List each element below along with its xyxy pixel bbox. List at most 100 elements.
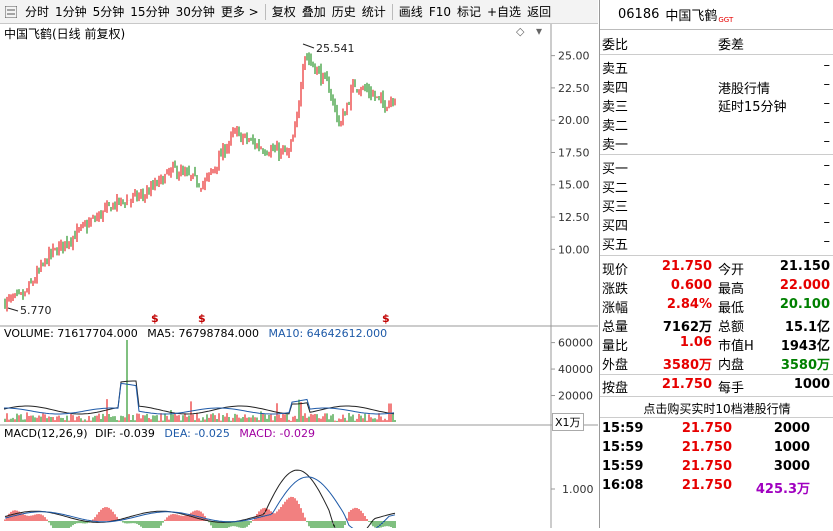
chart-title: 中国飞鹤(日线 前复权) [4,27,126,41]
high-price-label: 25.541 [316,42,355,55]
tick-price: 21.750 [681,459,732,474]
stat-label: 最低 [718,301,745,316]
stat-value: 20.100 [779,297,830,312]
buy-level-value: – [823,177,831,192]
divider [600,417,833,418]
stat-label: 今开 [718,263,745,278]
toolbar-item[interactable]: 统计 [359,0,389,24]
toolbar-item[interactable]: 15分钟 [127,0,172,24]
stat-label: 涨跌 [602,282,629,297]
stat-label: 最高 [718,282,745,297]
tick-time: 15:59 [602,440,644,455]
sell-level-label: 卖三 [602,100,629,115]
toolbar-item[interactable]: 1分钟 [52,0,90,24]
tick-price: 21.750 [681,440,732,455]
price-axis-label: 17.50 [558,146,590,159]
stat-label: 总量 [602,320,629,335]
tick-volume: 2000 [773,421,810,436]
toolbar-item[interactable]: 返回 [524,0,554,24]
volume-legend: VOLUME: 71617704.000 MA5: 76798784.000 M… [4,327,387,340]
divider [600,255,833,256]
stat-value: 21.750 [661,259,712,274]
high-marker [302,43,315,49]
sell-level-label: 卖五 [602,62,629,77]
price-axis-label: 15.00 [558,179,590,192]
dividend-marker: $ [151,312,159,325]
stat-label: 市值H [718,339,754,354]
divider [600,374,833,375]
sell-level-value: – [823,96,831,111]
toolbar-item[interactable]: 历史 [329,0,359,24]
toolbar-separator [264,3,266,20]
stat-value: 3580万 [780,358,830,373]
sell-level-value: – [823,77,831,92]
meishou-label: 每手 [718,381,745,396]
tick-time: 15:59 [602,459,644,474]
price-axis-label: 10.00 [558,243,590,256]
dividend-marker: $ [382,312,390,325]
macd-axis-label: 1.000 [562,483,594,496]
candles [4,52,396,312]
tick-time: 15:59 [602,421,644,436]
volume-axis-label: 60000 [558,337,593,350]
volume-ma10-line [4,382,395,415]
toolbar-item[interactable]: 5分钟 [90,0,128,24]
stat-value: 1943亿 [780,339,830,354]
buy-level-value: – [823,196,831,211]
macd-value: MACD: -0.029 [239,427,315,440]
toolbar-item[interactable]: 30分钟 [173,0,218,24]
low-marker [7,307,19,312]
menu-icon-graphic [5,5,17,18]
toolbar-item[interactable]: 更多 > [218,0,262,24]
buy-level-value: – [823,158,831,173]
kline-chart[interactable]: 25.00 22.50 20.00 17.50 15.00 12.50 10.00 $ $ $60… [0,24,598,531]
toolbar-item[interactable]: 复权 [269,0,299,24]
sell-level-value: – [823,115,831,130]
macd-dif: DIF: -0.039 [95,427,155,440]
menu-icon[interactable] [0,0,22,24]
chart-toolbar: 分时 1分钟 5分钟 15分钟 30分钟 更多 > 复权 叠加 历史 统计 画线 F10 标记 +自选 返回 [0,0,598,24]
price-axis-label: 25.00 [558,50,590,63]
delay-notice-2: 延时15分钟 [718,100,787,115]
stat-label: 涨幅 [602,301,629,316]
weicha-label: 委差 [718,38,745,53]
toolbar-item[interactable]: +自选 [484,0,524,24]
quote-panel: 06186 中国飞鹤 GGT 委比 委差 港股行情 延时15分钟 按盘 21.7… [599,0,833,528]
macd-legend: MACD(12,26,9) DIF: -0.039 DEA: -0.025 MA… [4,427,315,440]
stat-value: 22.000 [779,278,830,293]
buy-level-label: 买四 [602,219,629,234]
tick-price: 21.750 [681,478,732,493]
macd-dea: DEA: -0.025 [164,427,230,440]
buy-level-value: – [823,234,831,249]
delay-notice-1: 港股行情 [718,82,771,97]
buy-level-value: – [823,215,831,230]
price-axis-label: 22.50 [558,82,590,95]
ggt-tag: GGT [718,15,734,24]
volume-ma10: MA10: 64642612.000 [268,327,388,340]
stat-value: 21.150 [779,259,830,274]
anpan-value: 21.750 [661,377,712,392]
stat-label: 量比 [602,339,629,354]
stat-value: 0.600 [670,278,712,293]
kline-chart-area[interactable]: 25.00 22.50 20.00 17.50 15.00 12.50 10.00 $ $ $60… [0,24,598,531]
volume-axis-label: 40000 [558,363,593,376]
buy-level-label: 买三 [602,200,629,215]
toolbar-item[interactable]: F10 [426,0,454,24]
toolbar-item[interactable]: 画线 [396,0,426,24]
stat-value: 7162万 [662,320,712,335]
toolbar-item[interactable]: 分时 [22,0,52,24]
stat-value: 2.84% [666,297,712,312]
price-axis-label: 12.50 [558,211,590,224]
tick-price: 21.750 [681,421,732,436]
stat-value: 15.1亿 [784,320,830,335]
toolbar-item[interactable]: 叠加 [299,0,329,24]
sell-level-label: 卖一 [602,138,629,153]
buy-realtime-banner[interactable]: 点击购买实时10档港股行情 [600,400,833,417]
diamond-icon[interactable]: ◇ [516,25,524,38]
sell-level-label: 卖四 [602,81,629,96]
divider [600,154,833,155]
stat-label: 外盘 [602,358,629,373]
buy-level-label: 买五 [602,238,629,253]
dropdown-icon[interactable]: ▾ [536,24,542,38]
toolbar-item[interactable]: 标记 [454,0,484,24]
